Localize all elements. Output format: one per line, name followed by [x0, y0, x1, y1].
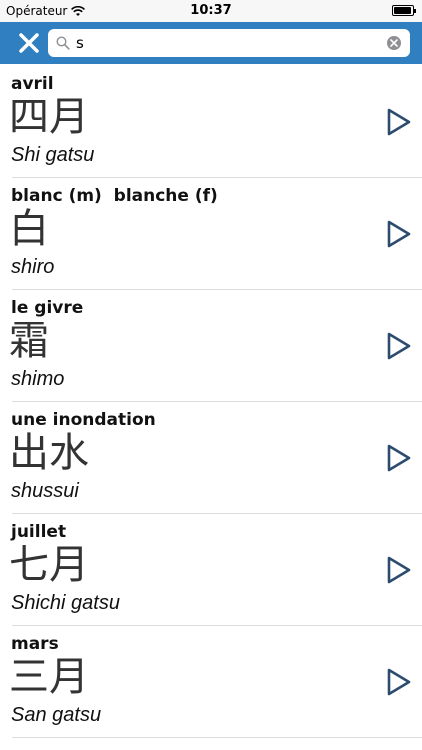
clear-search-button[interactable] [387, 36, 401, 50]
japanese-kanji: 七月 [9, 542, 89, 588]
close-icon [19, 33, 39, 53]
search-input[interactable] [76, 32, 376, 54]
search-toolbar [0, 22, 422, 64]
search-icon [56, 36, 70, 50]
battery-icon [392, 5, 416, 16]
japanese-kanji: 三月 [9, 654, 89, 700]
french-word: juillet [11, 522, 67, 542]
japanese-kanji: 霜 [9, 318, 49, 364]
play-icon [387, 220, 411, 248]
status-bar: Opérateur 10:37 [0, 0, 422, 22]
japanese-kanji: 白 [9, 206, 49, 252]
list-item[interactable]: mars 三月 San gatsu [0, 626, 422, 738]
play-audio-button[interactable] [386, 555, 412, 585]
japanese-kanji: 四月 [9, 94, 89, 140]
french-word: blanc (m) blanche (f) [11, 186, 218, 206]
play-audio-button[interactable] [386, 219, 412, 249]
play-audio-button[interactable] [386, 667, 412, 697]
list-item[interactable]: avril 四月 Shi gatsu [0, 66, 422, 178]
play-icon [387, 108, 411, 136]
list-item[interactable]: une inondation 出水 shussui [0, 402, 422, 514]
play-audio-button[interactable] [386, 443, 412, 473]
romaji-reading: Shichi gatsu [11, 592, 120, 614]
french-word: mars [11, 634, 59, 654]
romaji-reading: shiro [11, 256, 55, 278]
romaji-reading: Shi gatsu [11, 144, 95, 166]
japanese-kanji: 出水 [9, 430, 89, 476]
french-word: avril [11, 74, 54, 94]
list-item[interactable]: blanc (m) blanche (f) 白 shiro [0, 178, 422, 290]
list-item[interactable]: le givre 霜 shimo [0, 290, 422, 402]
french-word: une inondation [11, 410, 156, 430]
battery-level [394, 7, 412, 14]
play-icon [387, 556, 411, 584]
close-button[interactable] [17, 31, 41, 55]
romaji-reading: San gatsu [11, 704, 102, 726]
search-box [48, 29, 410, 57]
play-audio-button[interactable] [386, 107, 412, 137]
play-icon [387, 332, 411, 360]
play-icon [387, 668, 411, 696]
french-word: le givre [11, 298, 84, 318]
list-item[interactable]: juillet 七月 Shichi gatsu [0, 514, 422, 626]
results-list: avril 四月 Shi gatsu blanc (m) blanche (f)… [0, 66, 422, 738]
play-icon [387, 444, 411, 472]
play-audio-button[interactable] [386, 331, 412, 361]
romaji-reading: shussui [11, 480, 79, 502]
status-time: 10:37 [190, 3, 232, 18]
romaji-reading: shimo [11, 368, 65, 390]
clear-icon [390, 39, 398, 47]
